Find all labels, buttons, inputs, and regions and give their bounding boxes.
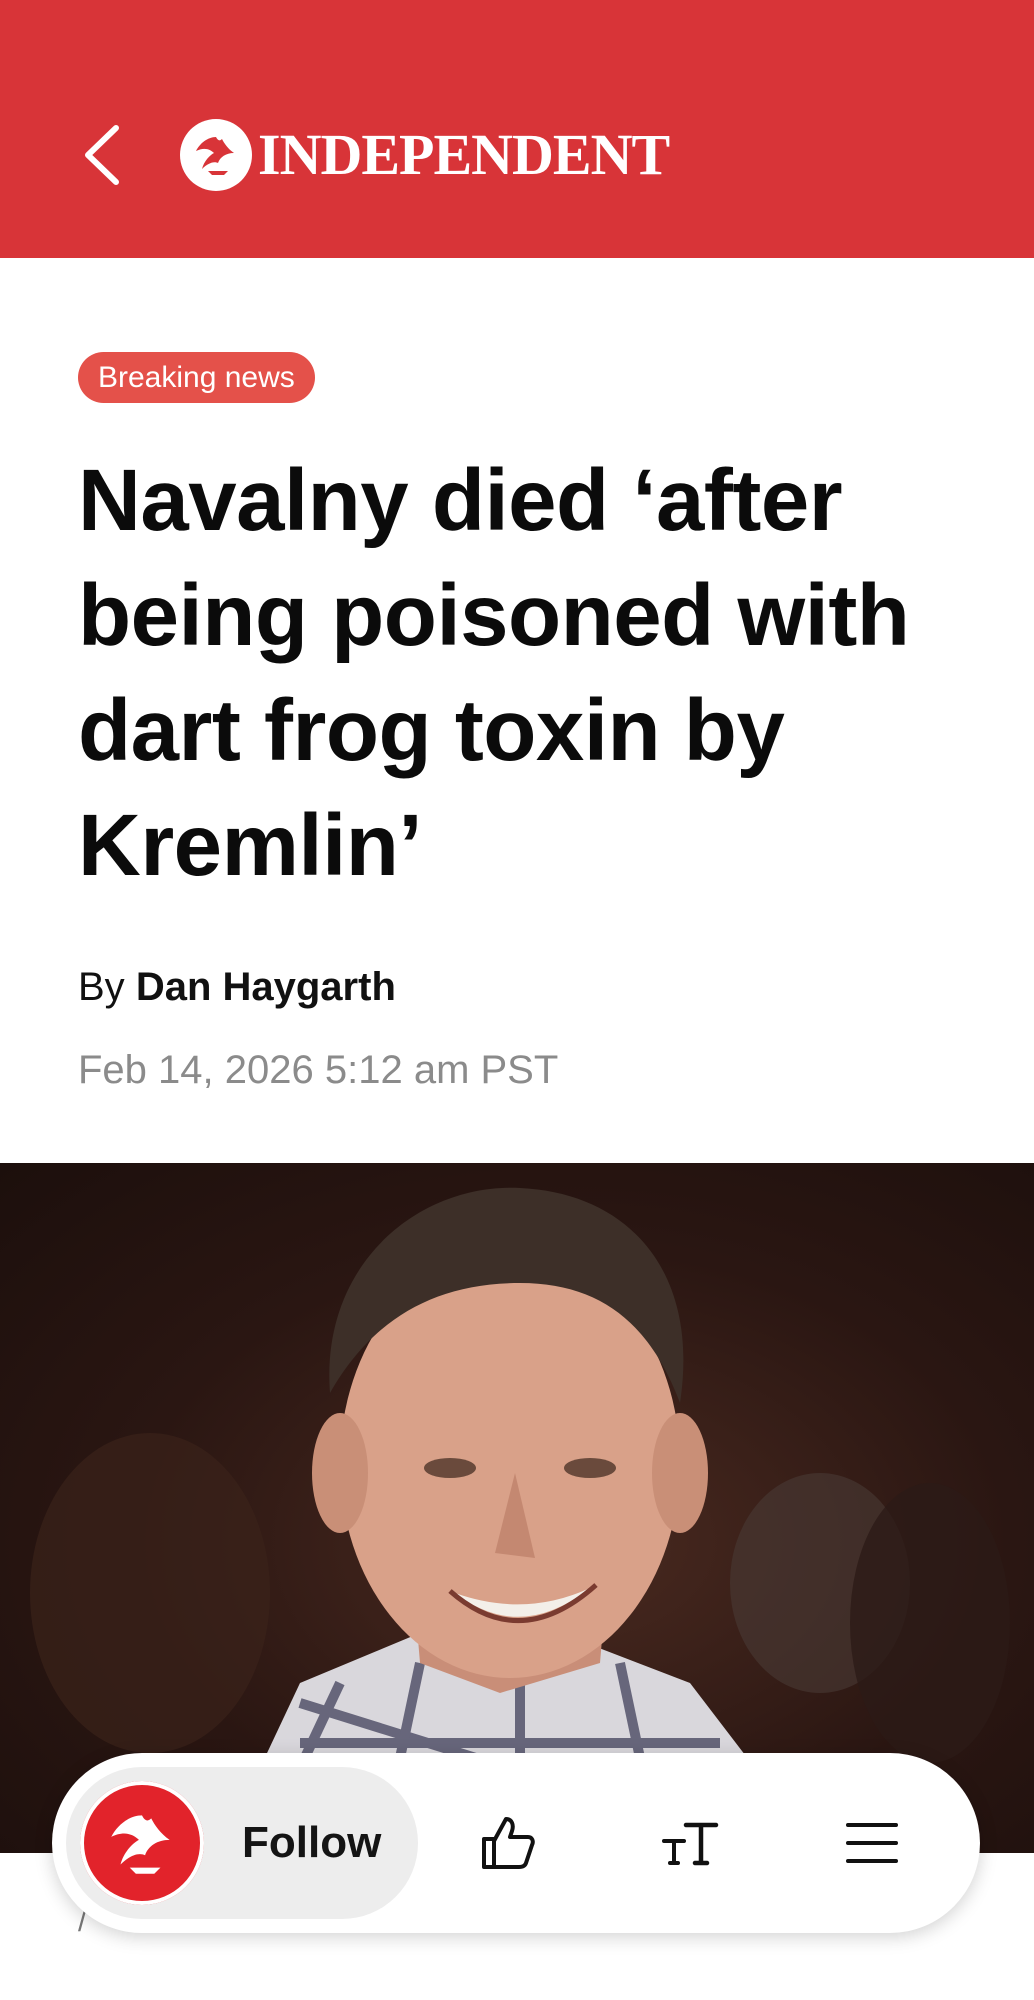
hero-image[interactable] bbox=[0, 1163, 1034, 1853]
article-header: Breaking news Navalny died ‘after being … bbox=[78, 352, 978, 1093]
independent-eagle-logo bbox=[180, 119, 252, 191]
article-headline: Navalny died ‘after being poisoned with … bbox=[78, 452, 910, 894]
author-link[interactable]: Dan Haygarth bbox=[136, 965, 396, 1009]
publish-date: Feb 14, 2026 5:12 am PST bbox=[78, 1048, 559, 1092]
text-size-button[interactable] bbox=[640, 1793, 740, 1893]
back-chevron-icon bbox=[85, 125, 119, 185]
portrait-illustration bbox=[30, 1187, 1010, 1853]
independent-eagle-logo bbox=[80, 1781, 204, 1905]
thumbs-up-icon bbox=[482, 1817, 535, 1869]
action-bar: Follow bbox=[52, 1753, 980, 1933]
follow-button[interactable]: Follow bbox=[66, 1767, 418, 1919]
text-size-icon bbox=[662, 1822, 719, 1866]
app-header: INDEPENDENT bbox=[0, 0, 1034, 258]
back-button[interactable] bbox=[70, 110, 134, 200]
breaking-news-badge: Breaking news bbox=[78, 352, 315, 403]
follow-label: Follow bbox=[242, 1818, 382, 1867]
hamburger-menu-icon bbox=[846, 1823, 898, 1863]
brand[interactable]: INDEPENDENT bbox=[180, 118, 670, 192]
byline-prefix: By bbox=[78, 965, 125, 1009]
menu-button[interactable] bbox=[822, 1793, 922, 1893]
like-button[interactable] bbox=[458, 1793, 558, 1893]
byline: By Dan Haygarth bbox=[78, 965, 978, 1010]
brand-name: INDEPENDENT bbox=[258, 122, 670, 187]
